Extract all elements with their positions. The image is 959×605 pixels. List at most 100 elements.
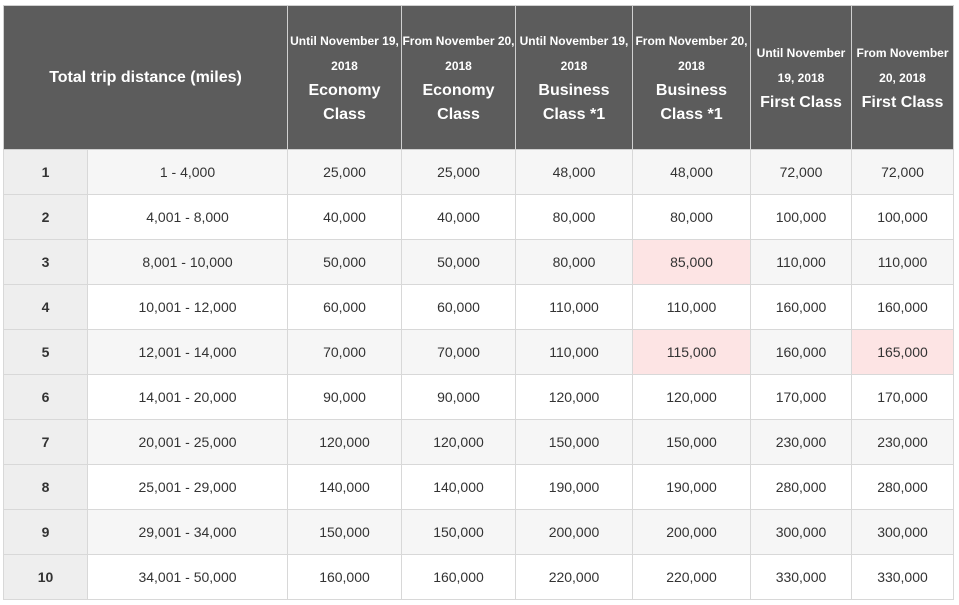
miles-cell: 90,000: [401, 374, 516, 420]
miles-cell: 160,000: [287, 554, 402, 600]
miles-cell: 110,000: [851, 239, 954, 285]
column-header: From November 20, 2018 Economy Class: [401, 5, 516, 150]
table-row: 8 25,001 - 29,000 140,000 140,000 190,000 190…: [3, 464, 954, 510]
table-row: 7 20,001 - 25,000 120,000 120,000 150,000 150…: [3, 419, 954, 465]
miles-cell: 160,000: [750, 284, 852, 330]
miles-cell: 150,000: [401, 509, 516, 555]
miles-cell: 150,000: [632, 419, 751, 465]
miles-cell: 220,000: [515, 554, 633, 600]
table-row: 9 29,001 - 34,000 150,000 150,000 200,000 200…: [3, 509, 954, 555]
distance-header: Total trip distance (miles): [3, 5, 288, 150]
miles-cell: 280,000: [750, 464, 852, 510]
miles-cell: 190,000: [632, 464, 751, 510]
column-period: From November 20, 2018: [856, 45, 949, 85]
miles-cell: 160,000: [851, 284, 954, 330]
zone-number-cell: 7: [3, 419, 88, 465]
miles-cell: 60,000: [287, 284, 402, 330]
zone-number-cell: 3: [3, 239, 88, 285]
table-body: 11 - 4,000 25,000 25,000 48,000 48,000 72,000…: [3, 149, 954, 600]
column-cabin: First Class: [861, 93, 944, 111]
miles-cell: 100,000: [851, 194, 954, 240]
miles-cell: 300,000: [851, 509, 954, 555]
miles-cell: 90,000: [287, 374, 402, 420]
distance-range-cell: 1 - 4,000: [87, 149, 288, 195]
miles-cell: 160,000: [750, 329, 852, 375]
miles-cell: 48,000: [632, 149, 751, 195]
miles-cell: 330,000: [750, 554, 852, 600]
miles-cell: 100,000: [750, 194, 852, 240]
column-cabin: Economy Class: [422, 81, 495, 123]
table-row: 2 4,001 - 8,000 40,000 40,000 80,000 80,000 10…: [3, 194, 954, 240]
miles-cell: 220,000: [632, 554, 751, 600]
miles-cell: 40,000: [287, 194, 402, 240]
miles-cell: 110,000: [515, 329, 633, 375]
miles-cell: 230,000: [750, 419, 852, 465]
table-row: 11 - 4,000 25,000 25,000 48,000 48,000 72,000…: [3, 149, 954, 195]
zone-number-cell: 4: [3, 284, 88, 330]
miles-cell: 170,000: [851, 374, 954, 420]
miles-cell: 110,000: [632, 284, 751, 330]
miles-cell: 120,000: [632, 374, 751, 420]
miles-cell: 140,000: [401, 464, 516, 510]
miles-cell: 25,000: [401, 149, 516, 195]
column-cabin: Business Class *1: [538, 81, 610, 123]
column-cabin: First Class: [760, 93, 842, 111]
miles-cell: 170,000: [750, 374, 852, 420]
miles-cell: 80,000: [515, 239, 633, 285]
column-header: From November 20, 2018 Business Class *1: [632, 5, 751, 150]
miles-cell-highlighted: 115,000: [632, 329, 751, 375]
miles-cell-highlighted: 165,000: [851, 329, 954, 375]
miles-cell: 70,000: [401, 329, 516, 375]
miles-cell: 150,000: [287, 509, 402, 555]
miles-cell: 80,000: [632, 194, 751, 240]
table-row: 4 10,001 - 12,000 60,000 60,000 110,000 110,0…: [3, 284, 954, 330]
table-header: Total trip distance (miles) Until Novemb…: [3, 5, 954, 150]
miles-cell: 40,000: [401, 194, 516, 240]
miles-cell: 200,000: [632, 509, 751, 555]
miles-cell: 120,000: [515, 374, 633, 420]
column-period: From November 20, 2018: [402, 33, 515, 73]
distance-range-cell: 12,001 - 14,000: [87, 329, 288, 375]
zone-number-cell: 9: [3, 509, 88, 555]
column-period: From November 20, 2018: [635, 33, 748, 73]
zone-number-cell: 2: [3, 194, 88, 240]
miles-cell: 110,000: [515, 284, 633, 330]
miles-cell: 150,000: [515, 419, 633, 465]
miles-cell: 72,000: [750, 149, 852, 195]
distance-range-cell: 8,001 - 10,000: [87, 239, 288, 285]
distance-range-cell: 10,001 - 12,000: [87, 284, 288, 330]
distance-range-cell: 34,001 - 50,000: [87, 554, 288, 600]
column-header: Until November 19, 2018 Business Class *1: [515, 5, 633, 150]
column-header: Until November 19, 2018 First Class: [750, 5, 852, 150]
miles-cell: 190,000: [515, 464, 633, 510]
distance-range-cell: 29,001 - 34,000: [87, 509, 288, 555]
column-header: From November 20, 2018 First Class: [851, 5, 954, 150]
zone-number-cell: 6: [3, 374, 88, 420]
distance-range-cell: 25,001 - 29,000: [87, 464, 288, 510]
table-row: 6 14,001 - 20,000 90,000 90,000 120,000 120,0…: [3, 374, 954, 420]
miles-cell: 200,000: [515, 509, 633, 555]
column-cabin: Economy Class: [308, 81, 381, 123]
zone-number-cell: 8: [3, 464, 88, 510]
table-row: 5 12,001 - 14,000 70,000 70,000 110,000 115,0…: [3, 329, 954, 375]
miles-cell: 280,000: [851, 464, 954, 510]
column-period: Until November 19, 2018: [756, 45, 846, 85]
distance-range-cell: 4,001 - 8,000: [87, 194, 288, 240]
miles-cell: 25,000: [287, 149, 402, 195]
miles-cell: 48,000: [515, 149, 633, 195]
miles-cell: 140,000: [287, 464, 402, 510]
column-period: Until November 19, 2018: [519, 33, 629, 73]
miles-cell: 60,000: [401, 284, 516, 330]
miles-cell: 120,000: [401, 419, 516, 465]
table-row: 3 8,001 - 10,000 50,000 50,000 80,000 85,000 1…: [3, 239, 954, 285]
miles-cell: 70,000: [287, 329, 402, 375]
column-period: Until November 19, 2018: [290, 33, 399, 73]
zone-number-cell: 10: [3, 554, 88, 600]
miles-cell: 50,000: [401, 239, 516, 285]
miles-cell: 330,000: [851, 554, 954, 600]
distance-range-cell: 20,001 - 25,000: [87, 419, 288, 465]
miles-cell: 110,000: [750, 239, 852, 285]
distance-range-cell: 14,001 - 20,000: [87, 374, 288, 420]
miles-cell-highlighted: 85,000: [632, 239, 751, 285]
award-chart-table: Total trip distance (miles) Until Novemb…: [3, 5, 954, 600]
